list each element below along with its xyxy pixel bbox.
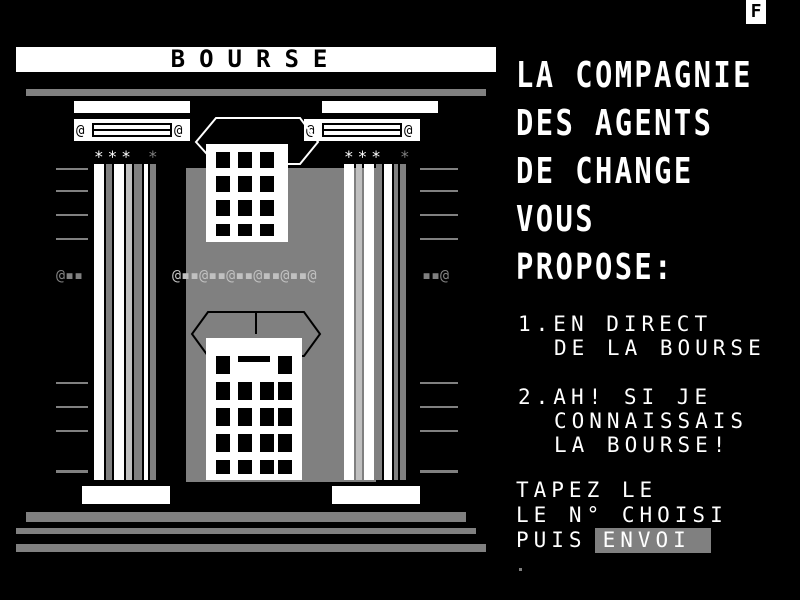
stock-exchange-illustration: @ @ *** * @▪▪ @ @ *** * ▪▪@ @▪▪@▪▪@▪▪@▪▪…: [16, 89, 486, 552]
menu-item-label: EN DIRECT: [553, 312, 713, 336]
svg-text:@▪▪@▪▪@▪▪@▪▪@▪▪@: @▪▪@▪▪@▪▪@▪▪@▪▪@: [172, 266, 317, 284]
svg-text:***: ***: [94, 147, 135, 166]
svg-text:*: *: [148, 147, 158, 166]
headline: LA COMPAGNIE DES AGENTS DE CHANGE VOUS P…: [516, 52, 776, 292]
menu-item-2-continued[interactable]: CONNAISSAIS: [518, 409, 788, 433]
menu-item-number: 2.: [518, 385, 554, 409]
svg-text:***: ***: [344, 147, 385, 166]
svg-text:@▪▪: @▪▪: [56, 266, 83, 284]
menu-spacer: [518, 360, 788, 385]
minitel-screen: F BOURSE @ @ *** * @▪▪ @ @ *** * ▪▪@ @▪▪…: [0, 0, 800, 600]
svg-text:@: @: [174, 123, 183, 139]
svg-text:@: @: [76, 123, 85, 139]
svg-text:@: @: [404, 123, 413, 139]
options-menu: 1.EN DIRECT DE LA BOURSE 2.AH! SI JE CON…: [518, 312, 788, 457]
menu-item-2-continued[interactable]: LA BOURSE!: [518, 433, 788, 457]
menu-item-label: AH! SI JE: [553, 385, 713, 409]
banner-title: BOURSE: [170, 45, 342, 73]
svg-text:*: *: [400, 147, 410, 166]
prompt-line-final: PUIS ENVOI: [516, 528, 786, 553]
prompt-line: TAPEZ LE: [516, 478, 658, 502]
input-prompt: TAPEZ LE LE N° CHOISI PUIS ENVOI: [516, 478, 786, 553]
prompt-prefix: PUIS: [516, 528, 587, 552]
headline-line: DES AGENTS: [516, 103, 714, 144]
menu-item-number: 1.: [518, 312, 554, 336]
menu-item-1[interactable]: 1.EN DIRECT: [518, 312, 788, 336]
status-indicator: F: [746, 0, 766, 24]
menu-item-1-continued[interactable]: DE LA BOURSE: [518, 336, 788, 360]
headline-line: VOUS: [516, 199, 595, 240]
headline-line: LA COMPAGNIE: [516, 55, 753, 96]
envoi-key-button[interactable]: ENVOI: [594, 528, 711, 553]
headline-line: DE CHANGE: [516, 151, 694, 192]
svg-text:▪▪@: ▪▪@: [422, 266, 449, 284]
menu-item-2[interactable]: 2.AH! SI JE: [518, 385, 788, 409]
text-cursor: [519, 568, 522, 571]
left-column: @ @ *** * @▪▪: [56, 101, 190, 504]
prompt-line: LE N° CHOISI: [516, 503, 728, 527]
headline-line: PROPOSE:: [516, 247, 674, 288]
